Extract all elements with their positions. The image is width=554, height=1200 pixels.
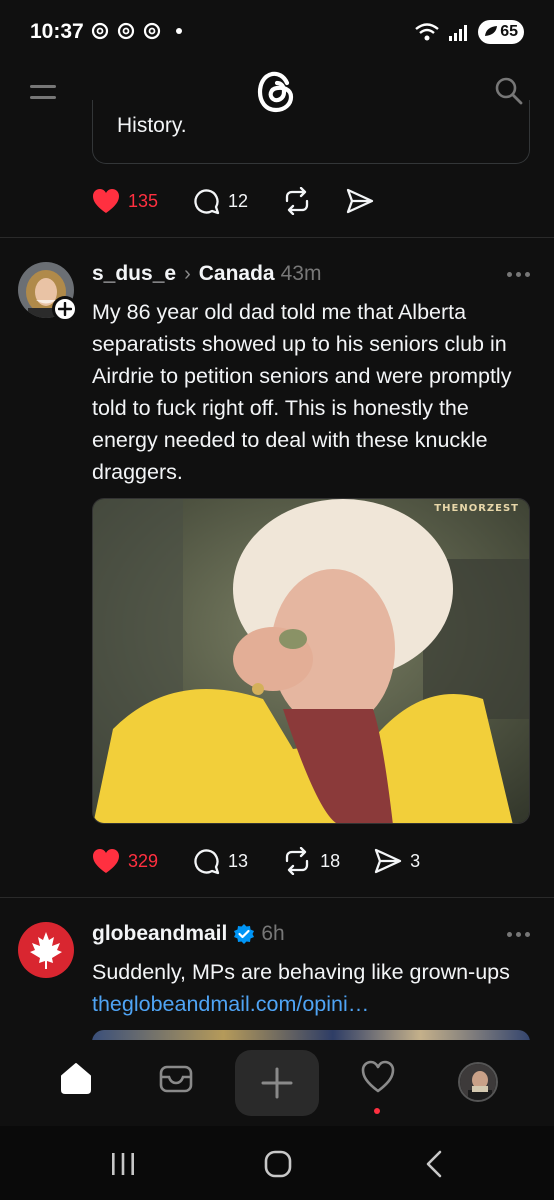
post-time: 43m [280, 262, 322, 285]
home-button-icon[interactable] [264, 1150, 292, 1178]
plus-icon [58, 302, 72, 316]
post-text-line: Suddenly, MPs are behaving like grown-up… [92, 960, 510, 984]
chevron-right-icon: › [184, 263, 191, 285]
wifi-icon [415, 23, 439, 41]
repost-icon [285, 187, 309, 215]
home-icon[interactable] [58, 1060, 94, 1096]
repost-button[interactable] [282, 187, 312, 215]
comment-icon [194, 849, 220, 875]
activity-heart-icon[interactable] [360, 1060, 396, 1094]
like-count: 329 [128, 850, 159, 871]
send-icon [374, 848, 402, 874]
heart-filled-icon [93, 849, 119, 873]
like-button[interactable]: 329 [92, 848, 158, 874]
post-username[interactable]: globeandmail [92, 922, 227, 946]
post-text: Suddenly, MPs are behaving like grown-up… [92, 956, 532, 1020]
avatar[interactable] [18, 922, 74, 978]
comment-icon [194, 189, 220, 215]
menu-icon[interactable] [30, 84, 56, 100]
back-icon[interactable] [424, 1150, 444, 1178]
signal-icon [449, 25, 468, 41]
like-count: 135 [128, 190, 159, 211]
inbox-icon[interactable] [158, 1060, 194, 1096]
reply-count: 12 [228, 190, 249, 211]
verified-badge-icon [234, 924, 255, 944]
post-text: My 86 year old dad told me that Alberta … [92, 300, 512, 484]
quoted-post-text: History. [117, 114, 187, 137]
share-button[interactable] [346, 188, 374, 214]
share-button[interactable]: 3 [374, 848, 420, 874]
status-time: 10:37 [30, 20, 84, 43]
notification-dot [374, 1108, 380, 1114]
quoted-post-card[interactable]: History. [92, 100, 530, 164]
threads-notification-icon [117, 22, 135, 40]
gif-image [93, 499, 529, 823]
power-saving-icon [485, 26, 498, 36]
maple-leaf-logo [18, 922, 74, 978]
post-media-gif[interactable]: THENORZEST [92, 498, 530, 824]
repost-button[interactable]: 18 [282, 847, 340, 875]
gif-watermark: THENORZEST [434, 503, 519, 514]
android-navigation-bar [0, 1126, 554, 1200]
share-count: 3 [410, 850, 421, 871]
like-button[interactable]: 135 [92, 188, 158, 214]
recent-apps-icon[interactable] [110, 1152, 136, 1176]
post-divider [0, 897, 554, 898]
plus-icon [261, 1067, 293, 1099]
bottom-navigation [0, 1040, 554, 1126]
reply-count: 13 [228, 850, 249, 871]
post-header: globeandmail 6h [92, 922, 285, 946]
post-time: 6h [261, 922, 285, 945]
post-divider [0, 237, 554, 238]
post-actions: 329 13 18 3 [92, 846, 454, 876]
post-username[interactable]: s_dus_e [92, 262, 176, 286]
repost-icon [285, 847, 309, 875]
battery-level: 65 [500, 23, 518, 40]
reply-button[interactable]: 13 [192, 847, 248, 875]
more-notifications-dot [176, 28, 182, 34]
repost-count: 18 [320, 850, 341, 871]
post-link[interactable]: theglobeandmail.com/opini… [92, 988, 532, 1020]
post-topic[interactable]: Canada [199, 262, 275, 286]
system-status-icons: 65 [414, 20, 524, 44]
more-options-icon[interactable] [507, 932, 530, 937]
profile-avatar[interactable] [458, 1062, 498, 1102]
status-bar: 10:37 65 [0, 0, 554, 64]
threads-notification-icon [91, 22, 109, 40]
battery-indicator: 65 [478, 20, 524, 44]
profile-avatar-image [460, 1064, 496, 1100]
post-actions: 135 12 [92, 186, 408, 216]
more-options-icon[interactable] [507, 272, 530, 277]
follow-button[interactable] [52, 296, 78, 322]
reply-button[interactable]: 12 [192, 187, 248, 215]
post-header: s_dus_e › Canada 43m [92, 262, 321, 286]
send-icon [346, 188, 374, 214]
heart-filled-icon [93, 189, 119, 213]
threads-notification-icon [143, 22, 161, 40]
notification-icons [90, 20, 182, 42]
compose-button[interactable] [235, 1050, 319, 1116]
